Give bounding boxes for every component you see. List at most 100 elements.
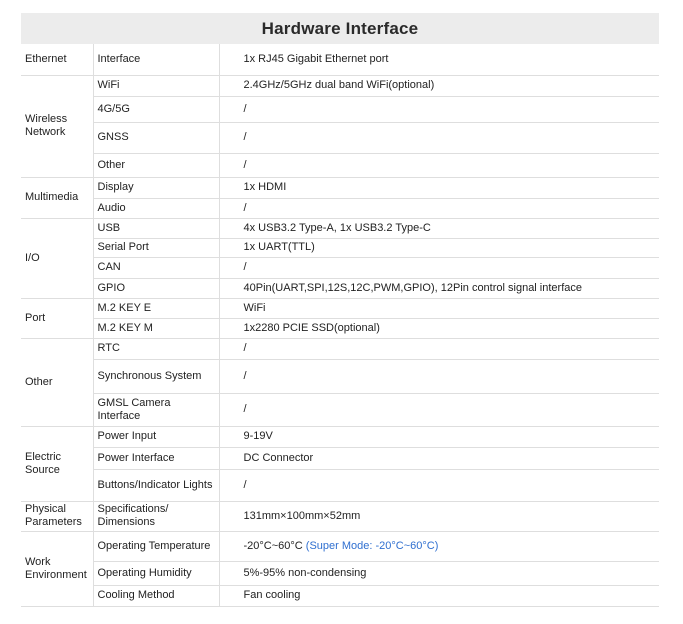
section-ethernet: Ethernet	[21, 44, 94, 76]
row-value-power-input: 9-19V	[218, 425, 659, 448]
row-value-cooling-method: Fan cooling	[218, 584, 659, 607]
row-label-wifi: WiFi	[92, 74, 220, 97]
value-note: (Super Mode: -20°C~60°C)	[302, 539, 439, 552]
row-label-specifications-dimensions: Specifications/ Dimensions	[92, 500, 220, 532]
row-label-audio: Audio	[93, 197, 220, 219]
table-row: 4G/5G /	[21, 95, 659, 123]
value-text: /	[243, 369, 247, 382]
row-label-gpio: GPIO	[93, 277, 220, 299]
table-row: GPIO 40Pin(UART,SPI,12S,12C,PWM,GPIO), 12…	[21, 277, 659, 299]
section-i-o: I/O	[21, 217, 94, 299]
value-text: 1x RJ45 Gigabit Ethernet port	[243, 52, 389, 65]
row-value-m-2-key-m: 1x2280 PCIE SSD(optional)	[218, 317, 659, 339]
row-label-serial-port: Serial Port	[93, 237, 220, 258]
row-label-power-input: Power Input	[92, 425, 220, 448]
value-text: 9-19V	[243, 430, 273, 442]
value-text: /	[243, 403, 247, 415]
row-value-usb: 4x USB3.2 Type-A, 1x USB3.2 Type-C	[218, 217, 659, 239]
table-row: Multimedia Display 1x HDMI	[21, 176, 659, 219]
value-text: /	[243, 158, 247, 171]
row-label-m-2-key-e: M.2 KEY E	[92, 297, 220, 319]
row-label-4g-5g: 4G/5G	[93, 95, 220, 123]
section-multimedia: Multimedia	[21, 176, 94, 219]
table-row: Electric Source Power Input 9-19V	[21, 425, 659, 502]
row-label-m-2-key-m: M.2 KEY M	[93, 317, 220, 339]
table-row: Physical Parameters Specifications/ Dimen…	[21, 500, 659, 532]
table-row: Port M.2 KEY E WiFi	[21, 297, 659, 339]
row-label-can: CAN	[93, 256, 220, 279]
value-text: 2.4GHz/5GHz dual band WiFi(optional)	[243, 79, 435, 91]
row-value-operating-temperature: -20°C~60°C (Super Mode: -20°C~60°C)	[218, 530, 659, 562]
row-label-other: Other	[93, 152, 220, 178]
row-label-gmsl-camera-interface: GMSL Camera Interface	[93, 392, 220, 427]
value-text: 131mm×100mm×52mm	[243, 509, 361, 522]
row-value-wifi: 2.4GHz/5GHz dual band WiFi(optional)	[218, 74, 659, 97]
table-row: Work Environment Operating Temperature -20…	[21, 530, 659, 607]
table-row: Other /	[21, 152, 659, 178]
value-text: /	[243, 131, 247, 143]
table-row: CAN /	[21, 256, 659, 279]
row-value-interface: 1x RJ45 Gigabit Ethernet port	[218, 44, 659, 76]
table-row: Wireless Network WiFi 2.4GHz/5GHz dual ban…	[21, 74, 659, 178]
row-value-gpio: 40Pin(UART,SPI,12S,12C,PWM,GPIO), 12Pin …	[218, 277, 659, 299]
value-text: 1x2280 PCIE SSD(optional)	[243, 321, 380, 334]
row-label-operating-humidity: Operating Humidity	[93, 560, 220, 586]
row-label-synchronous-system: Synchronous System	[93, 358, 220, 394]
table-row: GMSL Camera Interface /	[21, 392, 659, 427]
value-text: DC Connector	[243, 451, 314, 464]
row-value-gnss: /	[218, 121, 659, 154]
row-value-m-2-key-e: WiFi	[218, 297, 659, 319]
table-row: Synchronous System /	[21, 358, 659, 394]
row-label-cooling-method: Cooling Method	[93, 584, 220, 607]
section-other: Other	[21, 337, 94, 427]
table-row: I/O USB 4x USB3.2 Type-A, 1x USB3.2 Type-C	[21, 217, 659, 299]
row-value-rtc: /	[218, 337, 659, 360]
row-label-operating-temperature: Operating Temperature	[92, 530, 220, 562]
row-label-gnss: GNSS	[93, 121, 220, 154]
value-text: WiFi	[243, 301, 266, 314]
section-wireless-network: Wireless Network	[21, 74, 94, 178]
spec-sheet: Hardware Interface Ethernet Interface 1x R…	[21, 13, 659, 607]
row-value-other: /	[218, 152, 659, 178]
table-row: Serial Port 1x UART(TTL)	[21, 237, 659, 258]
table-row: Ethernet Interface 1x RJ45 Gigabit Etherne…	[21, 44, 659, 76]
row-label-usb: USB	[92, 217, 220, 239]
row-value-synchronous-system: /	[218, 358, 659, 394]
value-text: -20°C~60°C	[243, 539, 303, 552]
row-label-rtc: RTC	[92, 337, 220, 360]
table-row: Operating Humidity 5%-95% non-condensing	[21, 560, 659, 586]
row-label-power-interface: Power Interface	[93, 446, 220, 470]
value-text: 4x USB3.2 Type-A, 1x USB3.2 Type-C	[243, 221, 431, 234]
row-value-can: /	[218, 256, 659, 279]
row-value-gmsl-camera-interface: /	[218, 392, 659, 427]
table-title: Hardware Interface	[21, 13, 659, 44]
row-value-specifications-dimensions: 131mm×100mm×52mm	[218, 500, 659, 532]
value-text: /	[243, 201, 247, 214]
row-value-4g-5g: /	[218, 95, 659, 123]
section-port: Port	[21, 297, 94, 339]
value-text: 1x HDMI	[243, 181, 287, 193]
value-text: /	[243, 478, 247, 491]
table-row: M.2 KEY M 1x2280 PCIE SSD(optional)	[21, 317, 659, 339]
table-row: GNSS /	[21, 121, 659, 154]
value-text: 1x UART(TTL)	[243, 241, 315, 253]
value-text: 40Pin(UART,SPI,12S,12C,PWM,GPIO), 12Pin …	[243, 281, 583, 294]
table-row: Audio /	[21, 197, 659, 219]
value-text: /	[243, 261, 247, 273]
row-label-interface: Interface	[92, 44, 220, 76]
row-value-buttons-indicator-lights: /	[218, 468, 659, 502]
value-text: /	[243, 102, 247, 115]
value-text: 5%-95% non-condensing	[243, 566, 367, 579]
row-label-buttons-indicator-lights: Buttons/Indicator Lights	[93, 468, 220, 502]
section-electric-source: Electric Source	[21, 425, 94, 502]
row-value-operating-humidity: 5%-95% non-condensing	[218, 560, 659, 586]
row-value-power-interface: DC Connector	[218, 446, 659, 470]
row-value-audio: /	[218, 197, 659, 219]
value-text: Fan cooling	[243, 589, 301, 601]
row-value-serial-port: 1x UART(TTL)	[218, 237, 659, 258]
hardware-interface-table: Ethernet Interface 1x RJ45 Gigabit Etherne…	[21, 44, 659, 607]
row-value-display: 1x HDMI	[218, 176, 659, 199]
table-row: Cooling Method Fan cooling	[21, 584, 659, 607]
table-row: Power Interface DC Connector	[21, 446, 659, 470]
section-work-environment: Work Environment	[21, 530, 94, 607]
